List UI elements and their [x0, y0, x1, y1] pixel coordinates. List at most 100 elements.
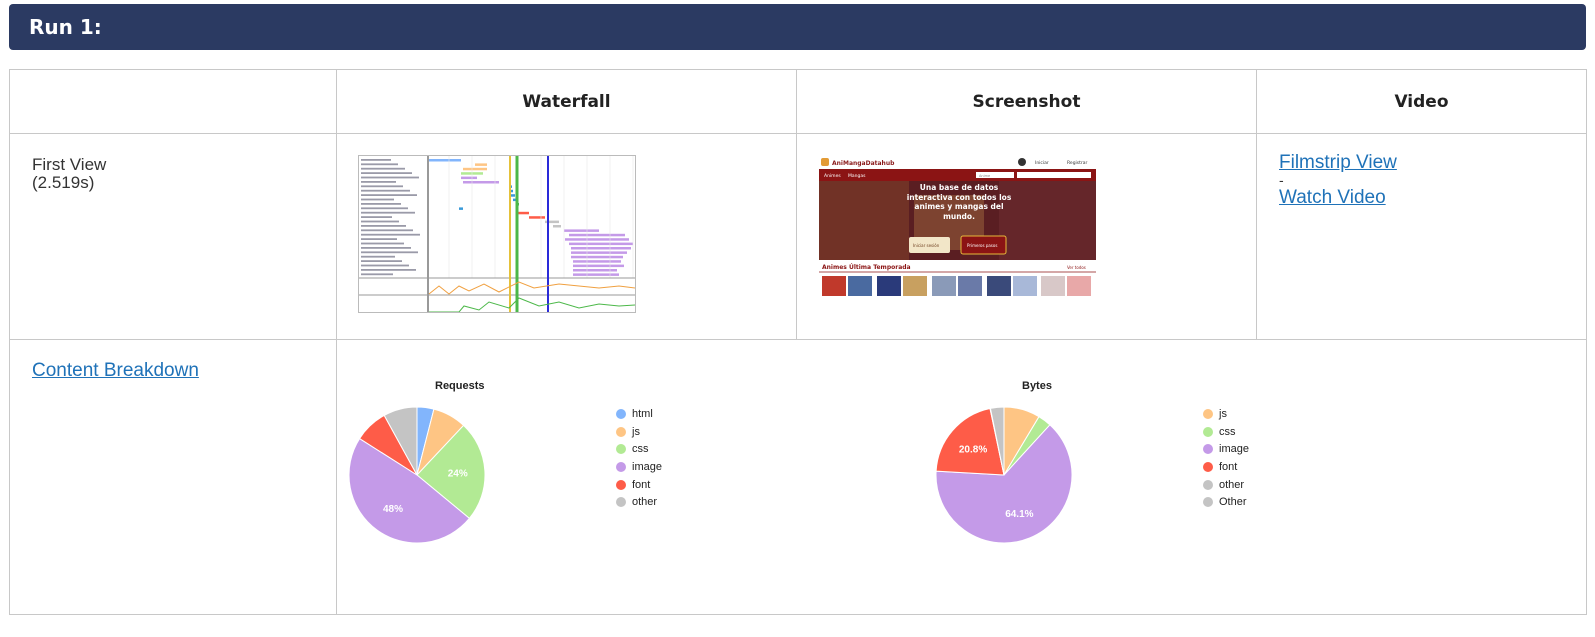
legend-swatch — [616, 479, 626, 490]
site-btn-start: Primeros pasos — [967, 243, 997, 248]
watch-video-link[interactable]: Watch Video — [1279, 188, 1586, 207]
legend-label: image — [632, 460, 662, 473]
first-view-cell: First View (2.519s) — [9, 133, 337, 340]
waterfall-bar — [475, 163, 487, 166]
waterfall-bar — [571, 251, 627, 254]
requests-legend: html js css image font other — [616, 405, 662, 511]
table-header-row: Waterfall Screenshot Video — [9, 69, 1587, 134]
legend-label: css — [632, 443, 649, 456]
waterfall-row-label — [361, 194, 417, 196]
waterfall-bar — [573, 264, 624, 268]
waterfall-row-label — [361, 269, 416, 271]
legend-label: font — [1219, 460, 1238, 473]
legend-item-image: image — [616, 458, 662, 476]
content-breakdown-row: Content Breakdown Requests 24% 48% html js… — [9, 339, 1587, 615]
waterfall-bar — [529, 216, 545, 219]
screenshot-cell: AniMangaDatahub Iniciar Registrar Animes… — [796, 133, 1257, 340]
header-screenshot: Screenshot — [796, 69, 1257, 134]
results-table: Waterfall Screenshot Video First View (2… — [9, 69, 1587, 615]
waterfall-bar — [463, 181, 499, 184]
page-screenshot-thumbnail[interactable]: AniMangaDatahub Iniciar Registrar Animes… — [819, 155, 1096, 296]
site-search-select: Anime — [979, 174, 990, 178]
filmstrip-view-link[interactable]: Filmstrip View — [1279, 153, 1586, 172]
waterfall-bar — [511, 194, 515, 197]
waterfall-bar — [571, 247, 631, 250]
waterfall-row-label — [361, 225, 406, 227]
legend-swatch — [1203, 479, 1213, 490]
waterfall-row-label — [361, 260, 402, 262]
waterfall-row-label — [361, 233, 420, 236]
site-hero-text: Una base de datos interactiva con todos … — [906, 183, 1012, 221]
site-btn-login: Iniciar sesión — [913, 243, 940, 248]
legend-label: js — [1219, 407, 1227, 420]
legend-swatch — [616, 497, 626, 508]
waterfall-row-label — [361, 189, 410, 192]
pie-data-label: 24% — [448, 468, 468, 479]
waterfall-thumbnail[interactable] — [358, 155, 636, 313]
waterfall-bar — [569, 233, 625, 237]
header-video: Video — [1256, 69, 1587, 134]
site-section-title: Animes Última Temporada — [822, 264, 911, 271]
legend-label: image — [1219, 443, 1249, 456]
content-breakdown-link[interactable]: Content Breakdown — [32, 360, 336, 382]
legend-item-font: font — [1203, 458, 1249, 476]
legend-swatch — [1203, 461, 1213, 472]
waterfall-row-label — [361, 167, 405, 170]
waterfall-row-label — [361, 229, 413, 232]
site-see-all: Ver todos — [1067, 265, 1086, 270]
waterfall-row-label — [361, 220, 399, 223]
waterfall-row-label — [361, 238, 397, 240]
first-view-label: First View — [32, 155, 107, 174]
waterfall-bar — [573, 269, 617, 272]
bytes-pie: 64.1% 20.8% — [935, 406, 1073, 544]
waterfall-bar — [517, 211, 529, 215]
legend-label: Other — [1219, 496, 1247, 509]
site-logo-text: AniMangaDatahub — [832, 160, 895, 167]
legend-item-js: js — [616, 423, 662, 441]
requests-chart: Requests 24% 48% html js css image font other — [337, 380, 667, 570]
legend-item-html: html — [616, 405, 662, 423]
waterfall-row-label — [361, 264, 409, 267]
legend-label: js — [632, 425, 640, 438]
legend-item-js: js — [1203, 405, 1249, 423]
legend-item-other: other — [616, 493, 662, 511]
waterfall-bar — [573, 273, 619, 276]
legend-item-font: font — [616, 476, 662, 494]
waterfall-row-label — [361, 172, 412, 174]
waterfall-bar — [565, 238, 629, 241]
waterfall-row-label — [361, 242, 404, 245]
user-link-register: Registrar — [1067, 160, 1088, 166]
first-view-time: (2.519s) — [32, 173, 95, 192]
waterfall-row-label — [361, 211, 415, 214]
bytes-chart: Bytes 64.1% 20.8% js css image font other Othe… — [924, 380, 1254, 570]
legend-label: css — [1219, 425, 1236, 438]
legend-swatch — [1203, 497, 1213, 508]
pie-data-label: 48% — [383, 504, 403, 515]
waterfall-row-label — [361, 181, 396, 183]
waterfall-bar — [569, 242, 633, 246]
legend-item-image: image — [1203, 440, 1249, 458]
waterfall-bar — [571, 255, 623, 259]
waterfall-row-label — [361, 159, 391, 161]
legend-label: font — [632, 478, 651, 491]
waterfall-row-label — [361, 251, 418, 254]
waterfall-row-label — [361, 163, 398, 166]
waterfall-bar — [459, 207, 463, 210]
pie-data-label: 64.1% — [1005, 509, 1033, 520]
waterfall-bar — [564, 229, 599, 232]
legend-swatch — [1203, 408, 1213, 419]
waterfall-row-label — [361, 207, 408, 210]
legend-swatch — [616, 461, 626, 472]
video-cell: Filmstrip View - Watch Video — [1256, 133, 1587, 340]
waterfall-row-label — [361, 247, 411, 249]
header-waterfall: Waterfall — [336, 69, 797, 134]
site-nav-animes: Animes — [824, 173, 841, 179]
waterfall-row-label — [361, 198, 394, 201]
waterfall-row-label — [361, 273, 393, 276]
bytes-legend: js css image font other Other — [1203, 405, 1249, 511]
legend-swatch — [616, 444, 626, 455]
waterfall-bar — [463, 167, 487, 171]
waterfall-row-label — [361, 203, 401, 205]
legend-swatch — [616, 426, 626, 437]
requests-pie: 24% 48% — [348, 406, 486, 544]
